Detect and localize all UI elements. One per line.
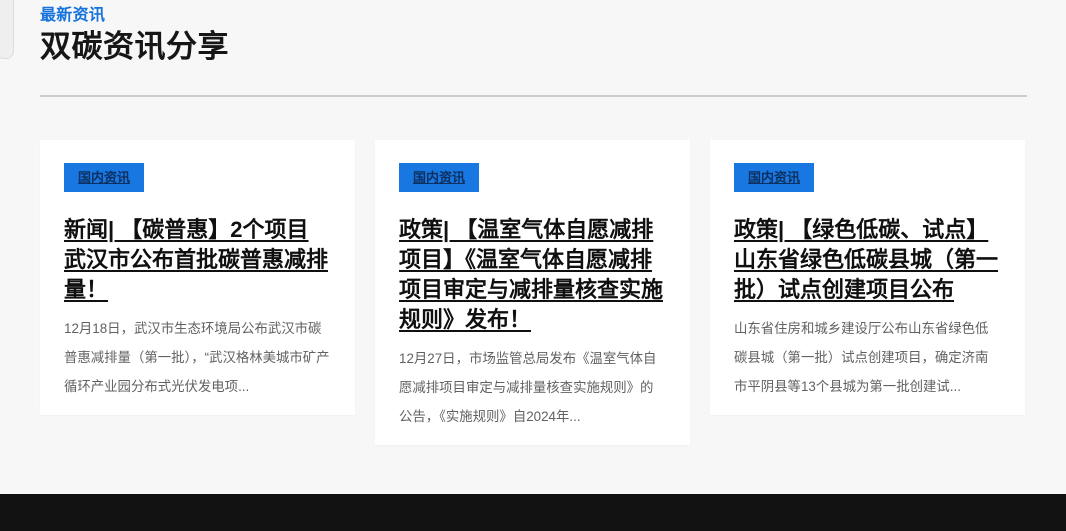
news-card: 国内资讯 政策| 【绿色低碳、试点】 山东省绿色低碳县城（第一批）试点创建项目公… <box>710 140 1025 415</box>
news-card: 国内资讯 新闻| 【碳普惠】2个项目 武汉市公布首批碳普惠减排量！ 12月18日… <box>40 140 355 415</box>
news-card-title-link[interactable]: 政策| 【绿色低碳、试点】 山东省绿色低碳县城（第一批）试点创建项目公布 <box>734 215 1001 305</box>
news-card: 国内资讯 政策| 【温室气体自愿减排项目】《温室气体自愿减排项目审定与减排量核查… <box>375 140 690 445</box>
news-card-title-link[interactable]: 新闻| 【碳普惠】2个项目 武汉市公布首批碳普惠减排量！ <box>64 215 331 305</box>
section-eyebrow: 最新资讯 <box>40 6 1027 26</box>
news-card-excerpt: 12月18日，武汉市生态环境局公布武汉市碳普惠减排量（第一批），“武汉格林美城市… <box>64 314 331 401</box>
news-card-list: 国内资讯 新闻| 【碳普惠】2个项目 武汉市公布首批碳普惠减排量！ 12月18日… <box>40 140 1027 445</box>
section-divider <box>40 95 1027 97</box>
page-title: 双碳资讯分享 <box>40 28 1027 66</box>
category-badge[interactable]: 国内资讯 <box>734 163 814 192</box>
news-card-excerpt: 山东省住房和城乡建设厅公布山东省绿色低碳县城（第一批）试点创建项目，确定济南市平… <box>734 314 1001 401</box>
category-badge[interactable]: 国内资讯 <box>399 163 479 192</box>
news-section-page: 最新资讯 双碳资讯分享 国内资讯 新闻| 【碳普惠】2个项目 武汉市公布首批碳普… <box>0 0 1066 531</box>
footer-bar <box>0 494 1066 531</box>
news-card-title-link[interactable]: 政策| 【温室气体自愿减排项目】《温室气体自愿减排项目审定与减排量核查实施规则》… <box>399 215 666 335</box>
section-content: 最新资讯 双碳资讯分享 国内资讯 新闻| 【碳普惠】2个项目 武汉市公布首批碳普… <box>0 0 1066 445</box>
category-badge[interactable]: 国内资讯 <box>64 163 144 192</box>
news-card-excerpt: 12月27日，市场监管总局发布《温室气体自愿减排项目审定与减排量核查实施规则》的… <box>399 344 666 431</box>
